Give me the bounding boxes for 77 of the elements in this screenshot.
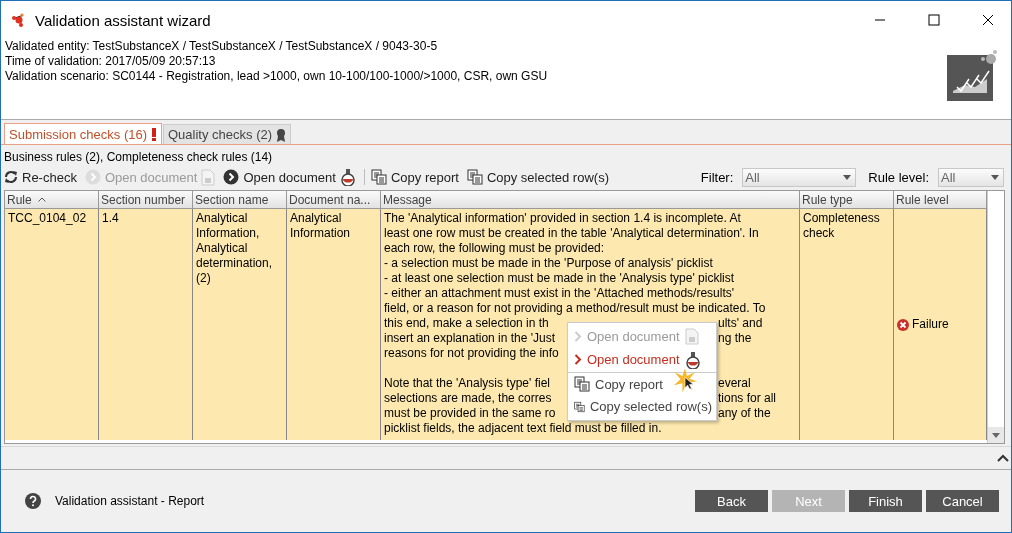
validation-info: Time of validation: 2017/05/09 20:57:13 [5, 54, 217, 69]
table-cell: Analytical Information, Analytical determination, (2) [193, 209, 287, 440]
caret-icon [992, 432, 1000, 438]
message-text: - at least one selection must be made in the 'Analysis type' picklist [384, 271, 735, 285]
message-text: everal [718, 376, 751, 390]
message-text: insert an explanation in the 'Just [384, 331, 556, 345]
tab[interactable]: Quality checks (2) [163, 124, 292, 144]
exclamation-icon [151, 128, 157, 141]
copy-icon [370, 169, 387, 185]
sort-ascending-icon [37, 197, 46, 202]
column-header[interactable]: Section number [99, 191, 193, 209]
error-icon [897, 318, 909, 331]
table-cell: 1.4 [99, 209, 193, 440]
window-title: Validation assistant wizard [35, 11, 212, 29]
toolbar-button[interactable]: Copy selected row(s) [466, 169, 609, 185]
rules-summary: Business rules (2), Completeness check rules (14) [3, 149, 274, 166]
table-cell: Failure [897, 317, 949, 332]
flask-icon [684, 350, 701, 369]
table-cell: TCC_0104_02 [5, 209, 99, 440]
help-text: Validation assistant - Report [55, 494, 205, 508]
scroll-down-button[interactable] [988, 427, 1004, 443]
tab[interactable]: Submission checks (16) [4, 123, 162, 144]
toolbar-button[interactable]: Re-check [4, 169, 77, 185]
document-icon [684, 328, 699, 345]
filter-label: Rule level: [868, 169, 929, 185]
message-text: ng the [718, 331, 752, 345]
message-text: The 'Analytical information' provided in section 1.4 is incomplete. At [384, 211, 741, 225]
message-text: - a selection must be made in the 'Purpose of analysis' picklist [384, 256, 713, 270]
message-text: Note that the 'Analysis type' fiel [384, 376, 550, 390]
message-text: - either an attachment must exist in the 'Attached methods/results' [384, 286, 735, 300]
cursor-drawing [672, 367, 698, 393]
caret-icon [991, 174, 999, 180]
ribbon-icon [276, 127, 287, 142]
column-header[interactable]: Rule type [800, 191, 894, 209]
filter-label: Filter: [700, 169, 734, 185]
wizard-button[interactable]: Back [695, 490, 768, 512]
chevron-circle-icon [223, 169, 240, 185]
validation-info: Validation scenario: SC0144 - Registration, lead >1000, own 10-100/100-1000/>1000, CSR, own GSU [5, 69, 549, 84]
refresh-icon [4, 170, 18, 184]
message-text: reasons for not providing the info [384, 346, 559, 360]
help-icon[interactable] [25, 493, 41, 509]
collapse-icon[interactable] [997, 454, 1009, 462]
message-text: least one row must be created in the table 'Analytical determination'. In [384, 226, 759, 240]
menu-item[interactable]: Open document [568, 348, 716, 371]
message-text: picklist fields, the adjacent text field must be filled in. [384, 421, 662, 435]
copy-icon [466, 169, 483, 185]
filter-dropdown[interactable]: All [742, 167, 857, 187]
message-text: ults' and [718, 316, 763, 330]
column-header[interactable]: Rule level [894, 191, 987, 209]
message-text: selections are made, the corres [384, 391, 552, 405]
flask-icon [339, 168, 356, 186]
message-text: each row, the following must be provided: [384, 241, 605, 255]
toolbar-button[interactable]: Open document [223, 168, 356, 186]
table-cell: Analytical Information [287, 209, 381, 440]
validation-stairs-icon [947, 49, 997, 101]
chevron-icon [574, 354, 582, 365]
menu-item[interactable]: Copy selected row(s) [568, 395, 716, 418]
wizard-button[interactable]: Finish [849, 490, 922, 512]
column-header[interactable]: Message [381, 191, 800, 209]
filter-dropdown[interactable]: All [938, 167, 1004, 187]
message-text: this end, make a selection in th [384, 316, 549, 330]
table-cell: Completeness check [800, 209, 894, 440]
message-text: any of the [718, 406, 771, 420]
message-text: field, or a reason for not providing a method/result must be indicated. To [384, 301, 766, 315]
column-header[interactable]: Document na... [287, 191, 381, 209]
column-header[interactable]: Rule [5, 191, 99, 209]
wizard-button[interactable]: Cancel [926, 490, 999, 512]
toolbar-button[interactable]: Copy report [363, 169, 459, 185]
caret-icon [843, 174, 852, 180]
message-text: must be provided in the same ro [384, 406, 556, 420]
copy-icon [574, 376, 590, 392]
chevron-icon [574, 331, 582, 342]
document-icon [201, 168, 216, 186]
validation-info: Validated entity: TestSubstanceX / TestSubstanceX / TestSubstanceX / 9043-30-5 [5, 39, 439, 54]
column-header[interactable]: Section name [193, 191, 287, 209]
chevron-circle-icon [84, 169, 101, 185]
message-text: tions for all [718, 391, 777, 405]
